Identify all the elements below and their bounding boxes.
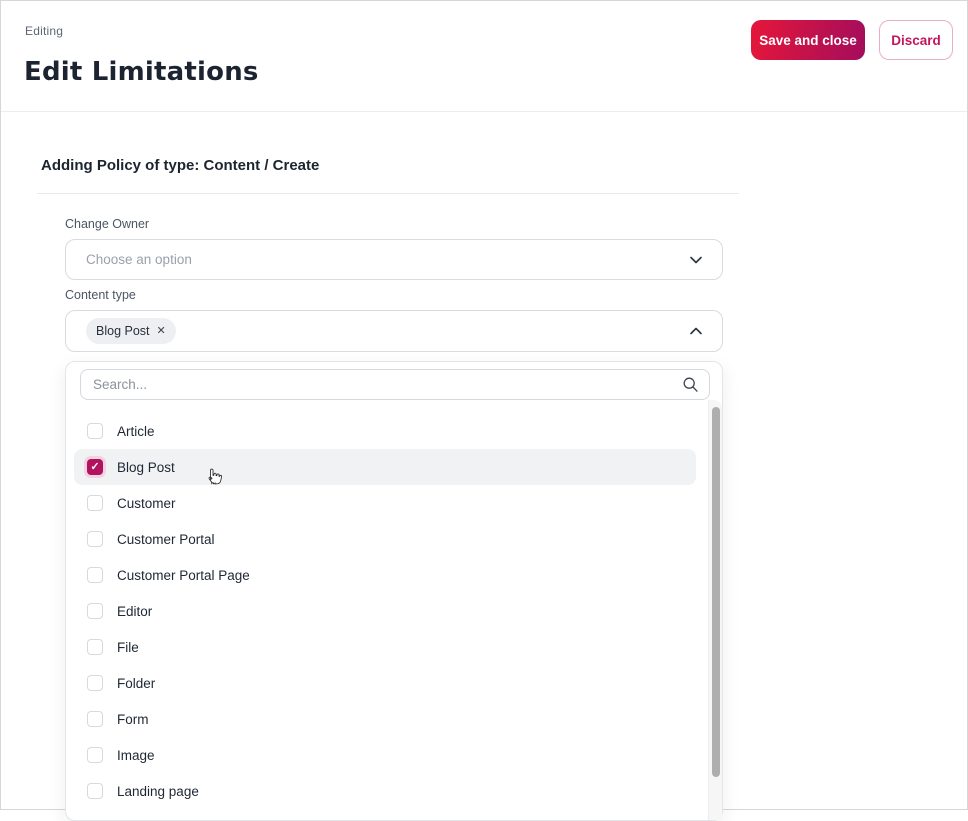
chip-label: Blog Post — [96, 324, 150, 338]
option-checkbox[interactable]: ✓ — [87, 603, 103, 619]
option-row-landing-page[interactable]: ✓ Landing page — [74, 773, 696, 809]
change-owner-label: Change Owner — [65, 217, 150, 231]
option-label: Editor — [117, 603, 153, 619]
option-label: Article — [117, 423, 155, 439]
option-label: Landing page — [117, 783, 199, 799]
option-row-customer-portal[interactable]: ✓ Customer Portal — [74, 521, 696, 557]
option-checkbox[interactable]: ✓ — [87, 675, 103, 691]
options-list: ✓ Article ✓ Blog Post ✓ Customer ✓ Custo… — [66, 413, 708, 809]
option-row-file[interactable]: ✓ File — [74, 629, 696, 665]
search-field — [80, 369, 710, 400]
chevron-down-icon — [688, 252, 704, 268]
save-and-close-button[interactable]: Save and close — [751, 20, 865, 60]
policy-section-title: Adding Policy of type: Content / Create — [41, 157, 320, 174]
search-icon — [682, 376, 699, 393]
content-type-label: Content type — [65, 288, 136, 302]
change-owner-select[interactable]: Choose an option — [65, 239, 723, 280]
option-label: File — [117, 639, 139, 655]
edit-limitations-page: { "header": { "eyebrow": "Editing", "tit… — [0, 0, 968, 821]
selected-chip-blog-post[interactable]: Blog Post ✕ — [86, 318, 176, 344]
dropdown-scrollbar-thumb[interactable] — [712, 407, 720, 777]
discard-button[interactable]: Discard — [879, 20, 953, 60]
chevron-up-icon — [688, 323, 704, 339]
change-owner-placeholder: Choose an option — [86, 252, 192, 267]
option-label: Customer Portal — [117, 531, 215, 547]
option-label: Customer — [117, 495, 176, 511]
content-type-multiselect[interactable]: Blog Post ✕ — [65, 310, 723, 352]
option-label: Blog Post — [117, 459, 175, 475]
option-row-folder[interactable]: ✓ Folder — [74, 665, 696, 701]
option-checkbox[interactable]: ✓ — [87, 711, 103, 727]
content-type-dropdown-panel: ✓ Article ✓ Blog Post ✓ Customer ✓ Custo… — [65, 361, 723, 821]
option-row-form[interactable]: ✓ Form — [74, 701, 696, 737]
section-divider — [37, 193, 739, 194]
option-label: Form — [117, 711, 149, 727]
option-label: Customer Portal Page — [117, 567, 250, 583]
editing-status-label: Editing — [25, 24, 64, 38]
option-row-customer-portal-page[interactable]: ✓ Customer Portal Page — [74, 557, 696, 593]
option-row-image[interactable]: ✓ Image — [74, 737, 696, 773]
option-checkbox[interactable]: ✓ — [87, 495, 103, 511]
checkmark-icon: ✓ — [90, 460, 100, 473]
option-label: Folder — [117, 675, 156, 691]
option-row-blog-post[interactable]: ✓ Blog Post — [74, 449, 696, 485]
header-bar: Editing Edit Limitations Save and close … — [1, 1, 967, 112]
option-checkbox[interactable]: ✓ — [87, 567, 103, 583]
option-checkbox[interactable]: ✓ — [87, 747, 103, 763]
option-checkbox[interactable]: ✓ — [87, 459, 103, 475]
option-label: Image — [117, 747, 155, 763]
option-checkbox[interactable]: ✓ — [87, 531, 103, 547]
option-checkbox[interactable]: ✓ — [87, 783, 103, 799]
dropdown-scrollbar-track[interactable] — [708, 400, 722, 820]
search-input[interactable] — [93, 377, 682, 392]
option-checkbox[interactable]: ✓ — [87, 639, 103, 655]
chip-remove-icon[interactable]: ✕ — [157, 325, 166, 337]
option-row-editor[interactable]: ✓ Editor — [74, 593, 696, 629]
option-checkbox[interactable]: ✓ — [87, 423, 103, 439]
option-row-article[interactable]: ✓ Article — [74, 413, 696, 449]
page-title: Edit Limitations — [24, 57, 259, 87]
option-row-customer[interactable]: ✓ Customer — [74, 485, 696, 521]
